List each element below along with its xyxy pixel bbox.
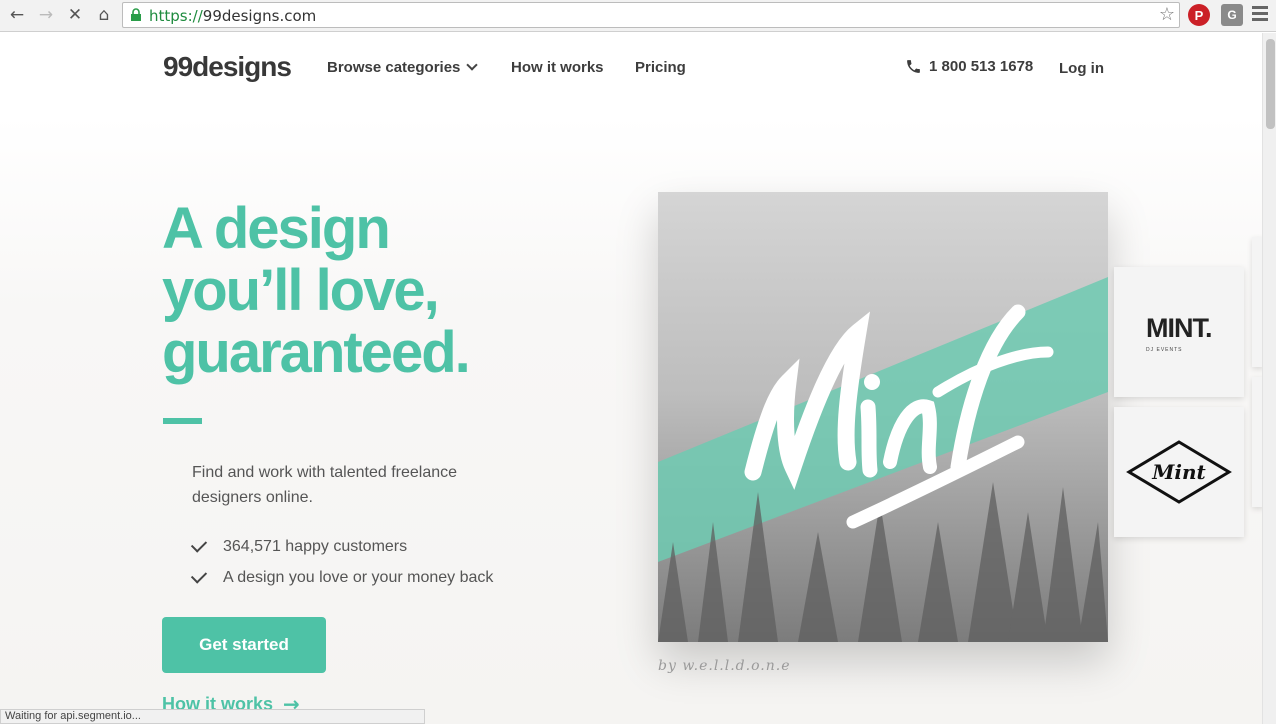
browser-status-bar: Waiting for api.segment.io... (0, 709, 425, 724)
hero-title-line-2: you’ll love, (162, 258, 440, 323)
chevron-down-icon (466, 59, 479, 71)
checkmark-icon (190, 535, 208, 553)
site-logo[interactable]: 99designs (163, 51, 292, 83)
thumbnail-logo-text: MINT. (1146, 313, 1212, 343)
thumbnail-peek[interactable] (1252, 237, 1262, 367)
home-icon[interactable]: ⌂ (93, 4, 115, 26)
mint-artwork (658, 277, 1108, 642)
thumbnail-logo-subtext: DJ EVENTS (1146, 347, 1183, 353)
benefit-text: 364,571 happy customers (223, 538, 408, 555)
phone-number: 1 800 513 1678 (929, 58, 1034, 75)
mint-diamond-logo: Mint (1126, 440, 1232, 504)
back-icon[interactable]: ← (6, 4, 28, 26)
hero-title-line-1: A design (162, 196, 391, 261)
benefit-item-customers: 364,571 happy customers (190, 535, 408, 556)
thumbnail-logo-text: Mint (1151, 460, 1206, 484)
bookmark-star-icon[interactable]: ☆ (1159, 4, 1175, 25)
image-credit: by w.e.l.l.d.o.n.e (658, 658, 791, 674)
page-scrollbar[interactable] (1262, 33, 1276, 724)
benefit-item-guarantee: A design you love or your money back (190, 566, 494, 587)
thumbnail-peek[interactable] (1252, 377, 1262, 507)
lock-icon (131, 8, 141, 21)
nav-browse-categories[interactable]: Browse categories (327, 59, 479, 76)
browser-menu-icon[interactable] (1252, 6, 1268, 24)
hero-title-line-3: guaranteed. (162, 320, 471, 385)
forward-icon[interactable]: → (35, 4, 57, 26)
hero-title: A design you’ll love, guaranteed. (162, 198, 582, 384)
hero-subtitle: Find and work with talented freelance de… (192, 464, 458, 506)
checkmark-icon (190, 566, 208, 584)
pinterest-extension-icon[interactable]: P (1188, 4, 1210, 26)
url-text: https://99designs.com (149, 7, 317, 25)
showcase-image (658, 192, 1108, 642)
design-thumbnail[interactable]: Mint (1114, 407, 1244, 537)
stop-icon[interactable]: ✕ (64, 4, 86, 26)
design-thumbnail[interactable]: MINT. DJ EVENTS (1114, 267, 1244, 397)
browser-toolbar: ← → ✕ ⌂ https://99designs.com ☆ P G (0, 0, 1276, 32)
accent-divider (163, 418, 202, 424)
nav-how-it-works[interactable]: How it works (511, 59, 604, 76)
g-extension-icon[interactable]: G (1221, 4, 1243, 26)
login-link[interactable]: Log in (1059, 60, 1104, 77)
address-bar[interactable]: https://99designs.com ☆ (122, 2, 1180, 28)
scrollbar-thumb[interactable] (1266, 39, 1275, 129)
nav-pricing[interactable]: Pricing (635, 59, 686, 76)
get-started-button[interactable]: Get started (162, 617, 326, 673)
phone-link[interactable]: 1 800 513 1678 (905, 58, 1033, 75)
phone-icon (907, 60, 920, 73)
benefit-text: A design you love or your money back (223, 569, 494, 586)
page: 99designs Browse categories How it works… (0, 33, 1262, 724)
nav-browse-label: Browse categories (327, 59, 461, 76)
